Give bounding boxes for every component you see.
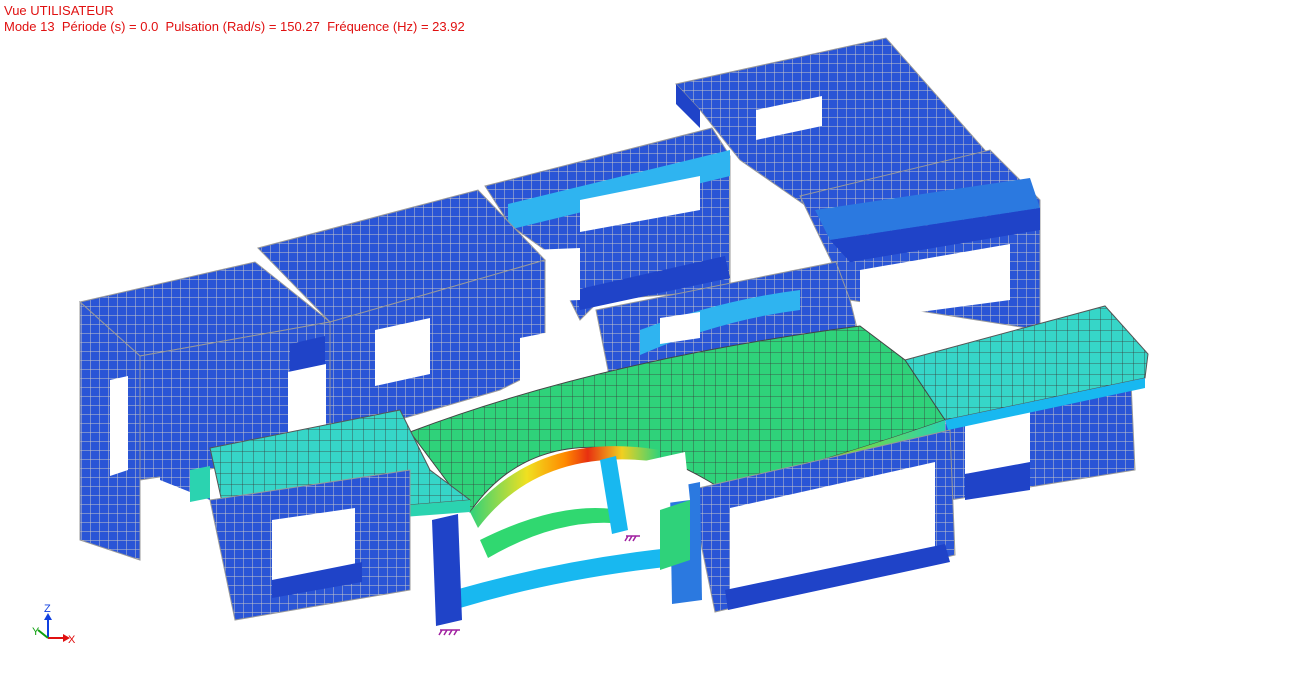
- model-viewport[interactable]: Z X Y: [0, 0, 1309, 690]
- axis-z-label: Z: [44, 603, 51, 615]
- mode-label: Mode 13: [4, 19, 55, 34]
- axis-x-label: X: [68, 634, 76, 646]
- frequency-value: Fréquence (Hz) = 23.92: [327, 19, 465, 34]
- mode-info: Mode 13 Période (s) = 0.0 Pulsation (Rad…: [4, 19, 465, 35]
- axis-triad-icon: Z X Y: [32, 603, 76, 646]
- pulsation-value: Pulsation (Rad/s) = 150.27: [165, 19, 320, 34]
- fem-model-mode-shape[interactable]: Z X Y: [0, 0, 1309, 690]
- view-title: Vue UTILISATEUR: [4, 3, 114, 18]
- axis-y-label: Y: [32, 626, 40, 638]
- period-value: Période (s) = 0.0: [61, 19, 159, 34]
